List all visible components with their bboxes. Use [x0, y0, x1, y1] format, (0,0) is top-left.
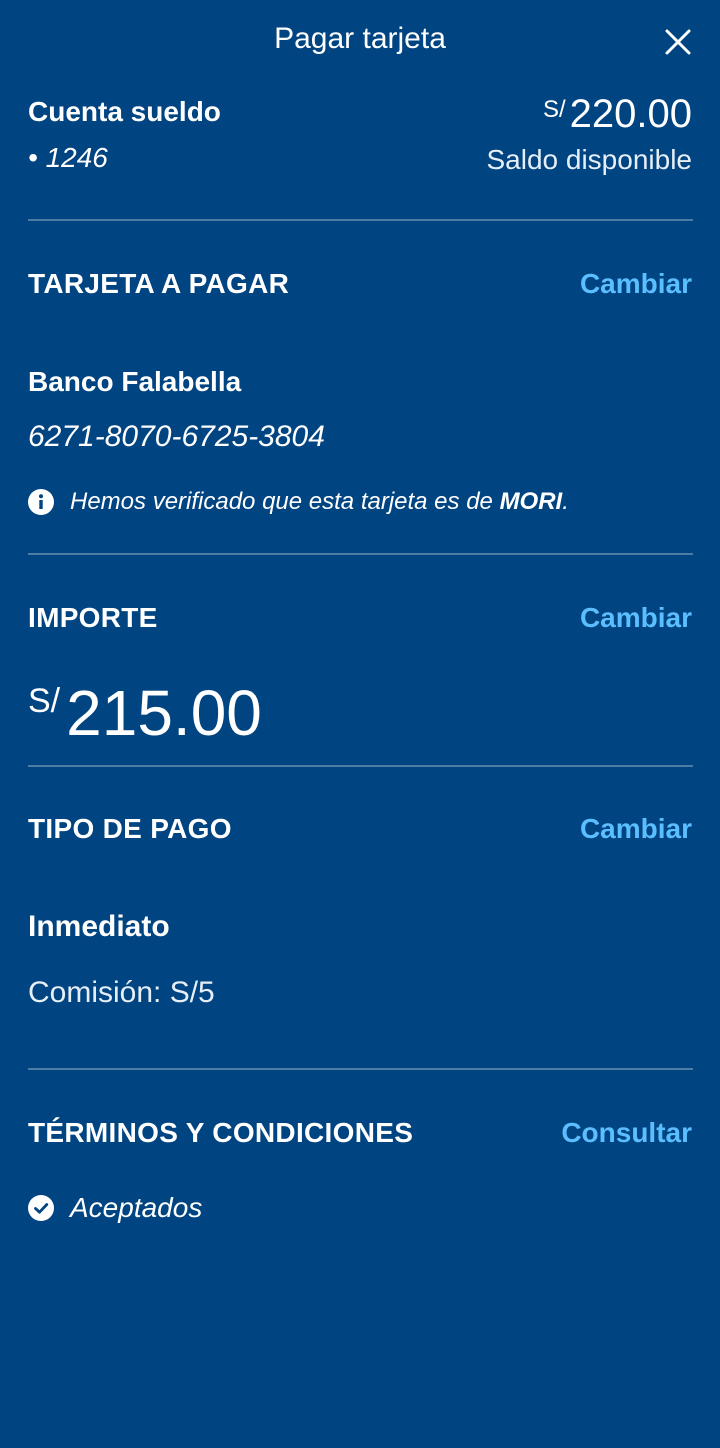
amount-value: 215.00: [66, 677, 262, 749]
account-name: Cuenta sueldo: [28, 96, 221, 127]
account-balance: S/ 220.00: [543, 92, 692, 137]
terms-status-text: Aceptados: [70, 1192, 203, 1223]
amount-currency: S/: [28, 682, 61, 720]
change-payment-type-link[interactable]: Cambiar: [580, 813, 692, 845]
card-section-title: TARJETA A PAGAR: [28, 268, 290, 299]
payment-type: Inmediato: [28, 910, 170, 943]
card-owner-name: MORI: [499, 488, 563, 515]
verification-text: Hemos verificado que esta tarjeta es de …: [70, 488, 569, 515]
card-number: 6271-8070-6725-3804: [28, 420, 325, 453]
divider: [28, 553, 693, 555]
check-circle-icon: [28, 1195, 54, 1221]
change-card-link[interactable]: Cambiar: [580, 268, 692, 300]
balance-currency: S/: [542, 96, 566, 123]
terms-title: TÉRMINOS Y CONDICIONES: [28, 1117, 414, 1148]
page-title: Pagar tarjeta: [274, 22, 446, 55]
bank-name: Banco Falabella: [28, 366, 242, 397]
payment-fee: Comisión: S/5: [28, 976, 215, 1009]
balance-amount: 220.00: [569, 92, 692, 136]
change-amount-link[interactable]: Cambiar: [580, 602, 692, 634]
close-icon[interactable]: [664, 28, 692, 56]
verification-note: Hemos verificado que esta tarjeta es de …: [28, 488, 569, 516]
payment-type-title: TIPO DE PAGO: [28, 813, 232, 844]
consult-terms-link[interactable]: Consultar: [561, 1117, 692, 1149]
divider: [28, 765, 693, 767]
amount-section-title: IMPORTE: [28, 602, 158, 633]
divider: [28, 1068, 693, 1070]
payment-amount: S/ 215.00: [28, 676, 262, 750]
balance-label: Saldo disponible: [486, 144, 693, 175]
info-icon: [28, 489, 54, 515]
divider: [28, 219, 693, 221]
terms-status: Aceptados: [28, 1192, 202, 1224]
account-number: • 1246: [28, 142, 108, 173]
